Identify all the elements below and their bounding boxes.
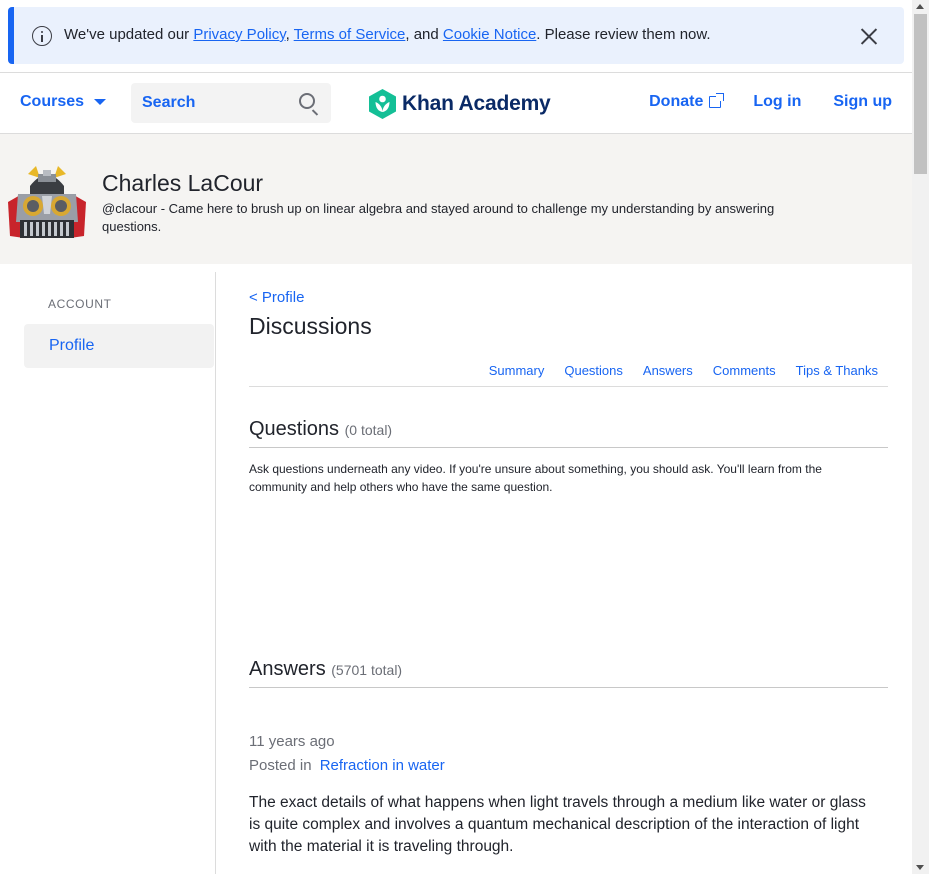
donate-label: Donate xyxy=(649,93,704,110)
questions-heading: Questions (0 total) xyxy=(249,418,392,441)
search-icon[interactable] xyxy=(299,93,315,109)
questions-count: (0 total) xyxy=(344,422,393,438)
tabs-divider xyxy=(249,386,888,387)
site-header: Courses Search Khan Academy Donate Log i… xyxy=(0,72,912,134)
banner-text-pre: We've updated our xyxy=(64,26,194,43)
questions-description: Ask questions underneath any video. If y… xyxy=(249,462,822,494)
close-icon[interactable] xyxy=(860,27,878,45)
terms-of-service-link[interactable]: Terms of Service xyxy=(294,26,406,43)
answers-count: (5701 total) xyxy=(331,662,403,678)
answer-body: The exact details of what happens when l… xyxy=(249,794,866,855)
sidebar-divider xyxy=(215,272,216,874)
discussion-tabs: Summary Questions Answers Comments Tips … xyxy=(469,363,878,378)
privacy-policy-link[interactable]: Privacy Policy xyxy=(193,26,285,43)
cookie-notice-link[interactable]: Cookie Notice xyxy=(443,26,536,43)
page-scrollbar[interactable] xyxy=(912,0,929,874)
logo-wordmark: Khan Academy xyxy=(402,92,551,115)
tab-questions[interactable]: Questions xyxy=(564,363,623,378)
search-input[interactable]: Search xyxy=(131,83,331,123)
courses-menu-button[interactable]: Courses xyxy=(20,93,107,111)
donate-link[interactable]: Donate xyxy=(649,93,725,111)
avatar xyxy=(8,166,86,238)
policy-banner: We've updated our Privacy Policy, Terms … xyxy=(8,7,904,64)
khan-academy-logo[interactable]: Khan Academy xyxy=(369,89,551,119)
tab-summary[interactable]: Summary xyxy=(489,363,545,378)
answer-posted-in: Posted in Refraction in water xyxy=(249,757,445,774)
info-icon xyxy=(32,26,52,46)
banner-message: We've updated our Privacy Policy, Terms … xyxy=(64,26,711,43)
scroll-down-arrow-icon[interactable] xyxy=(916,865,924,870)
banner-sep-1: , xyxy=(285,26,294,43)
tab-tips-thanks[interactable]: Tips & Thanks xyxy=(796,363,878,378)
sidebar-heading: ACCOUNT xyxy=(48,297,112,311)
scrollbar-thumb[interactable] xyxy=(914,14,927,174)
search-placeholder: Search xyxy=(142,94,196,111)
external-link-icon xyxy=(709,93,725,108)
header-actions: Donate Log in Sign up xyxy=(617,93,892,111)
answers-heading: Answers (5701 total) xyxy=(249,658,402,681)
page: We've updated our Privacy Policy, Terms … xyxy=(0,0,912,874)
profile-name: Charles LaCour xyxy=(102,170,264,196)
answers-divider xyxy=(249,687,888,688)
answer-timestamp: 11 years ago xyxy=(249,733,335,750)
khan-academy-logo-icon xyxy=(369,89,396,119)
signup-link[interactable]: Sign up xyxy=(833,93,892,111)
courses-label: Courses xyxy=(20,93,85,110)
tab-comments[interactable]: Comments xyxy=(713,363,776,378)
back-to-profile-link[interactable]: < Profile xyxy=(249,289,304,306)
login-link[interactable]: Log in xyxy=(753,93,801,111)
page-title: Discussions xyxy=(249,313,372,339)
answer-topic-link[interactable]: Refraction in water xyxy=(320,757,445,774)
questions-title: Questions xyxy=(249,418,340,440)
scroll-up-arrow-icon[interactable] xyxy=(916,4,924,9)
questions-divider xyxy=(249,447,888,448)
profile-bio: @clacour - Came here to brush up on line… xyxy=(102,201,775,234)
tab-answers[interactable]: Answers xyxy=(643,363,693,378)
sidebar-item-profile[interactable]: Profile xyxy=(24,324,214,368)
caret-down-icon xyxy=(94,99,107,105)
banner-text-post: . Please review them now. xyxy=(536,26,711,43)
sidebar-item-label: Profile xyxy=(49,337,95,354)
banner-sep-2: , and xyxy=(405,26,443,43)
profile-header: Charles LaCour @clacour - Came here to b… xyxy=(0,134,912,264)
answers-title: Answers xyxy=(249,658,326,680)
posted-in-label: Posted in xyxy=(249,757,312,774)
